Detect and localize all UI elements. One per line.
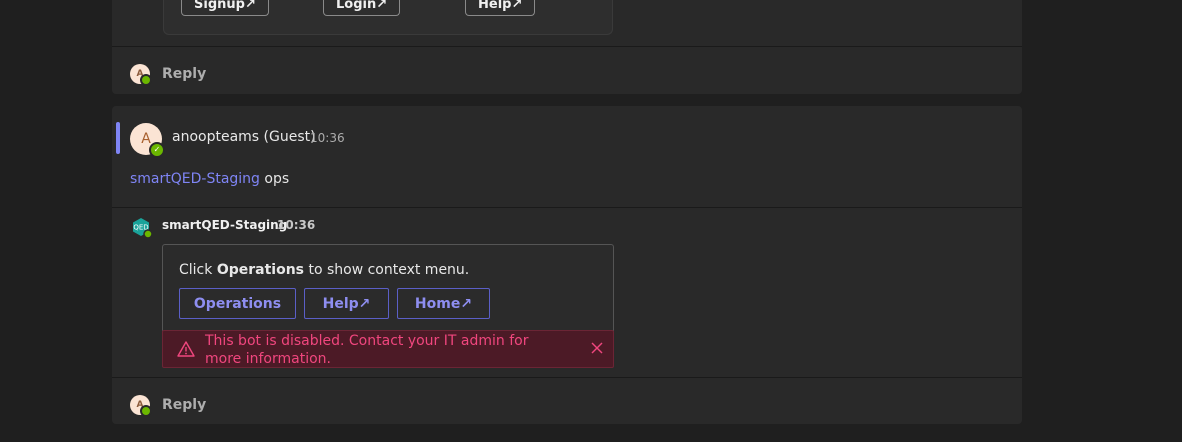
presence-check-icon: ✓ [149, 142, 165, 158]
reply-label: Reply [162, 66, 207, 82]
author-name[interactable]: anoopteams (Guest) [172, 129, 316, 145]
divider [112, 207, 1022, 208]
error-message: This bot is disabled. Contact your IT ad… [205, 333, 529, 367]
card-text-prefix: Click [179, 262, 217, 278]
signup-button[interactable]: Signup↗ [181, 0, 269, 16]
login-button[interactable]: Login↗ [323, 0, 401, 16]
unread-accent-bar [116, 122, 120, 154]
avatar: A [130, 64, 152, 86]
message-thread: A ✓ anoopteams (Guest) 10:36 smartQED-St… [112, 106, 1022, 424]
error-banner: This bot is disabled. Contact your IT ad… [162, 330, 614, 368]
divider [112, 46, 1022, 47]
presence-available-icon [140, 74, 152, 86]
help-button[interactable]: Help↗ [304, 288, 389, 319]
bot-name[interactable]: smartQED-Staging [162, 218, 287, 232]
bot-timestamp: 10:36 [277, 218, 316, 232]
card-text-suffix: to show context menu. [304, 262, 470, 278]
author-avatar[interactable]: A ✓ [130, 123, 165, 158]
message-text: ops [259, 171, 290, 187]
reply-label: Reply [162, 397, 207, 413]
message-thread-previous: Signup↗ Login↗ Help↗ A Reply [112, 0, 1022, 94]
bot-avatar[interactable]: QED [130, 216, 153, 239]
avatar: A [130, 395, 152, 417]
close-icon[interactable] [589, 338, 605, 358]
card-text: Click Operations to show context menu. [179, 262, 469, 278]
home-button[interactable]: Home↗ [397, 288, 490, 319]
message-timestamp: 10:36 [310, 131, 345, 145]
warning-icon [177, 341, 195, 357]
reply-button[interactable]: A Reply [130, 395, 207, 417]
help-button-previous[interactable]: Help↗ [465, 0, 536, 16]
adaptive-card: Click Operations to show context menu. O… [162, 244, 614, 331]
message-body: smartQED-Staging ops [130, 171, 289, 187]
adaptive-card-previous: Signup↗ Login↗ Help↗ [163, 0, 613, 35]
operations-button[interactable]: Operations [179, 288, 296, 319]
divider [112, 377, 1022, 378]
presence-available-icon [140, 405, 152, 417]
bot-mention[interactable]: smartQED-Staging [130, 171, 260, 187]
bot-logo-icon: QED [133, 218, 153, 239]
reply-button[interactable]: A Reply [130, 64, 207, 86]
card-text-bold: Operations [216, 262, 304, 278]
